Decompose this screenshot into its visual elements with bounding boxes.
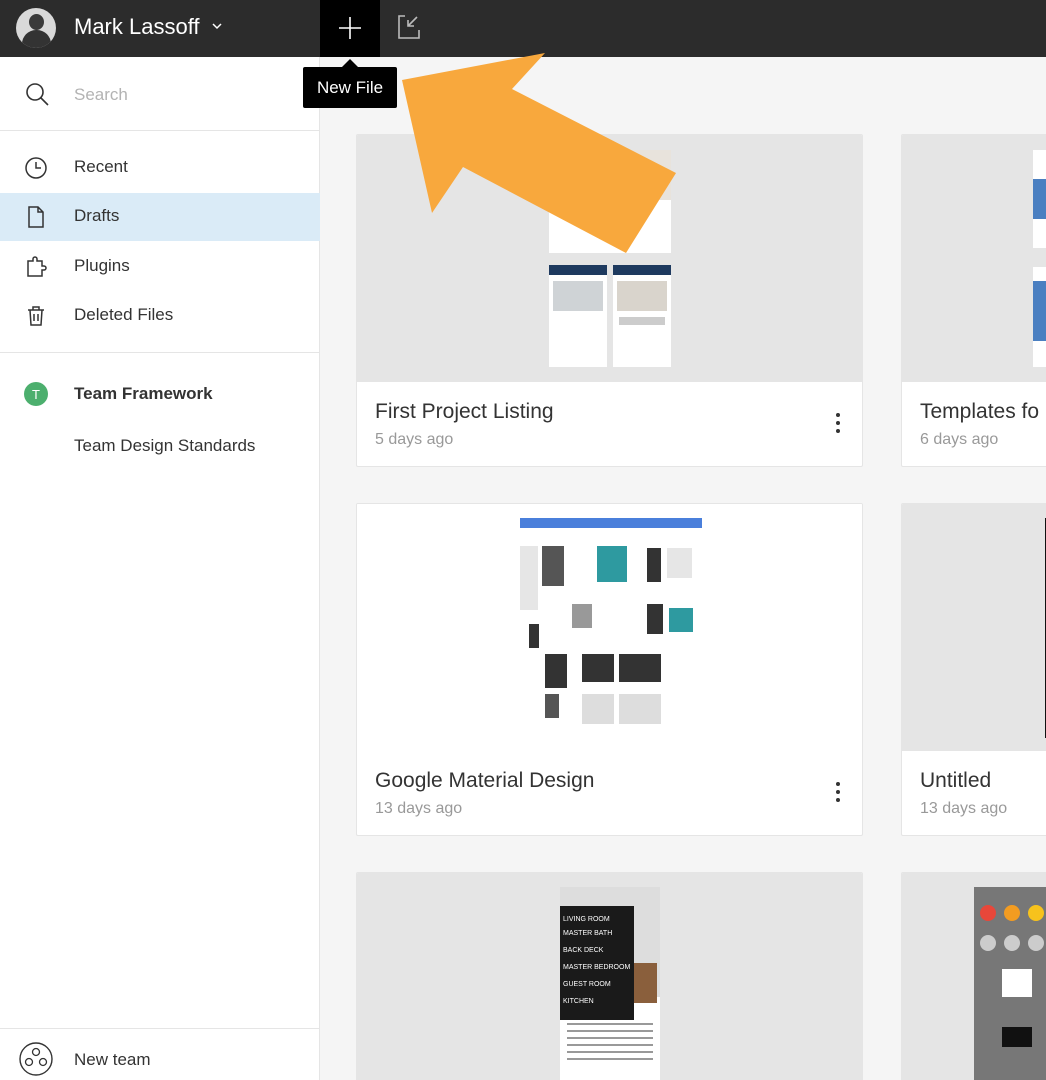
user-name[interactable]: Mark Lassoff [74,14,200,40]
sidebar-item-label: Recent [74,157,128,176]
thumb-menu-item: BACK DECK [563,947,604,954]
user-avatar[interactable] [16,8,56,48]
sidebar-item-drafts[interactable]: Drafts [0,193,320,241]
more-options-icon[interactable] [832,782,844,808]
file-card[interactable]: Google Material Design 13 days ago [356,503,863,836]
thumb-menu-item: LIVING ROOM [563,916,610,923]
sidebar-item-label: Deleted Files [74,305,174,324]
sidebar-divider [0,352,320,353]
thumb-menu-item: MASTER BEDROOM [563,964,630,971]
search-icon [26,83,49,106]
sidebar-item-label: Drafts [74,206,120,225]
file-card[interactable]: Untitled 13 days ago [901,503,1046,836]
new-file-tooltip: New File [303,67,397,108]
file-date: 5 days ago [375,431,454,448]
file-card[interactable]: LIVING ROOM MASTER BATH BACK DECK MASTER… [356,872,863,1080]
file-icon [28,206,44,228]
clock-icon [25,157,47,179]
file-title: Templates fo [920,400,1040,423]
search-row [0,57,320,131]
thumb-menu-item: MASTER BATH [563,930,612,937]
file-thumbnail: LIVING ROOM MASTER BATH BACK DECK MASTER… [357,873,862,1080]
file-title: First Project Listing [375,400,554,423]
search-input[interactable] [74,82,294,108]
top-bar: Mark Lassoff [0,0,1046,57]
file-card[interactable]: Templates fo 6 days ago [901,134,1046,467]
new-team-button[interactable]: New team [0,1028,320,1080]
file-date: 13 days ago [375,800,463,817]
thumbnail-preview [1045,518,1046,738]
file-thumbnail [902,135,1046,382]
chevron-down-icon[interactable] [210,15,224,35]
thumb-menu-item: GUEST ROOM [563,981,611,988]
file-thumbnail [902,504,1046,751]
file-title: Google Material Design [375,769,595,792]
new-team-label: New team [74,1050,151,1069]
team-name[interactable]: Team Framework [74,384,213,404]
tooltip-caret [342,59,358,67]
file-date: 13 days ago [920,800,1008,817]
file-thumbnail [902,873,1046,1080]
team-badge: T [24,382,48,406]
more-options-icon[interactable] [832,413,844,439]
annotation-arrow-icon [402,53,676,253]
import-button[interactable] [381,0,439,57]
new-file-button[interactable] [320,0,380,57]
file-thumbnail [357,504,862,751]
file-title: Untitled [920,769,992,792]
import-icon [398,15,420,39]
new-team-icon [19,1042,53,1076]
file-date: 6 days ago [920,431,999,448]
thumbnail-preview [1033,150,1046,367]
puzzle-icon [27,256,47,277]
file-card[interactable] [901,872,1046,1080]
sidebar-item-plugins[interactable]: Plugins [0,243,320,291]
thumbnail-preview: LIVING ROOM MASTER BATH BACK DECK MASTER… [560,887,660,1080]
thumbnail-preview [974,887,1046,1080]
thumbnail-preview [520,518,702,724]
sidebar-item-recent[interactable]: Recent [0,144,320,192]
sidebar-item-deleted-files[interactable]: Deleted Files [0,292,320,340]
thumb-menu-item: KITCHEN [563,998,594,1005]
sidebar-item-label: Plugins [74,256,130,275]
plus-icon [339,17,361,39]
sidebar: Recent Drafts Plugins Deleted Files T Te… [0,57,320,1080]
trash-icon [28,306,44,326]
team-project[interactable]: Team Design Standards [74,436,255,456]
